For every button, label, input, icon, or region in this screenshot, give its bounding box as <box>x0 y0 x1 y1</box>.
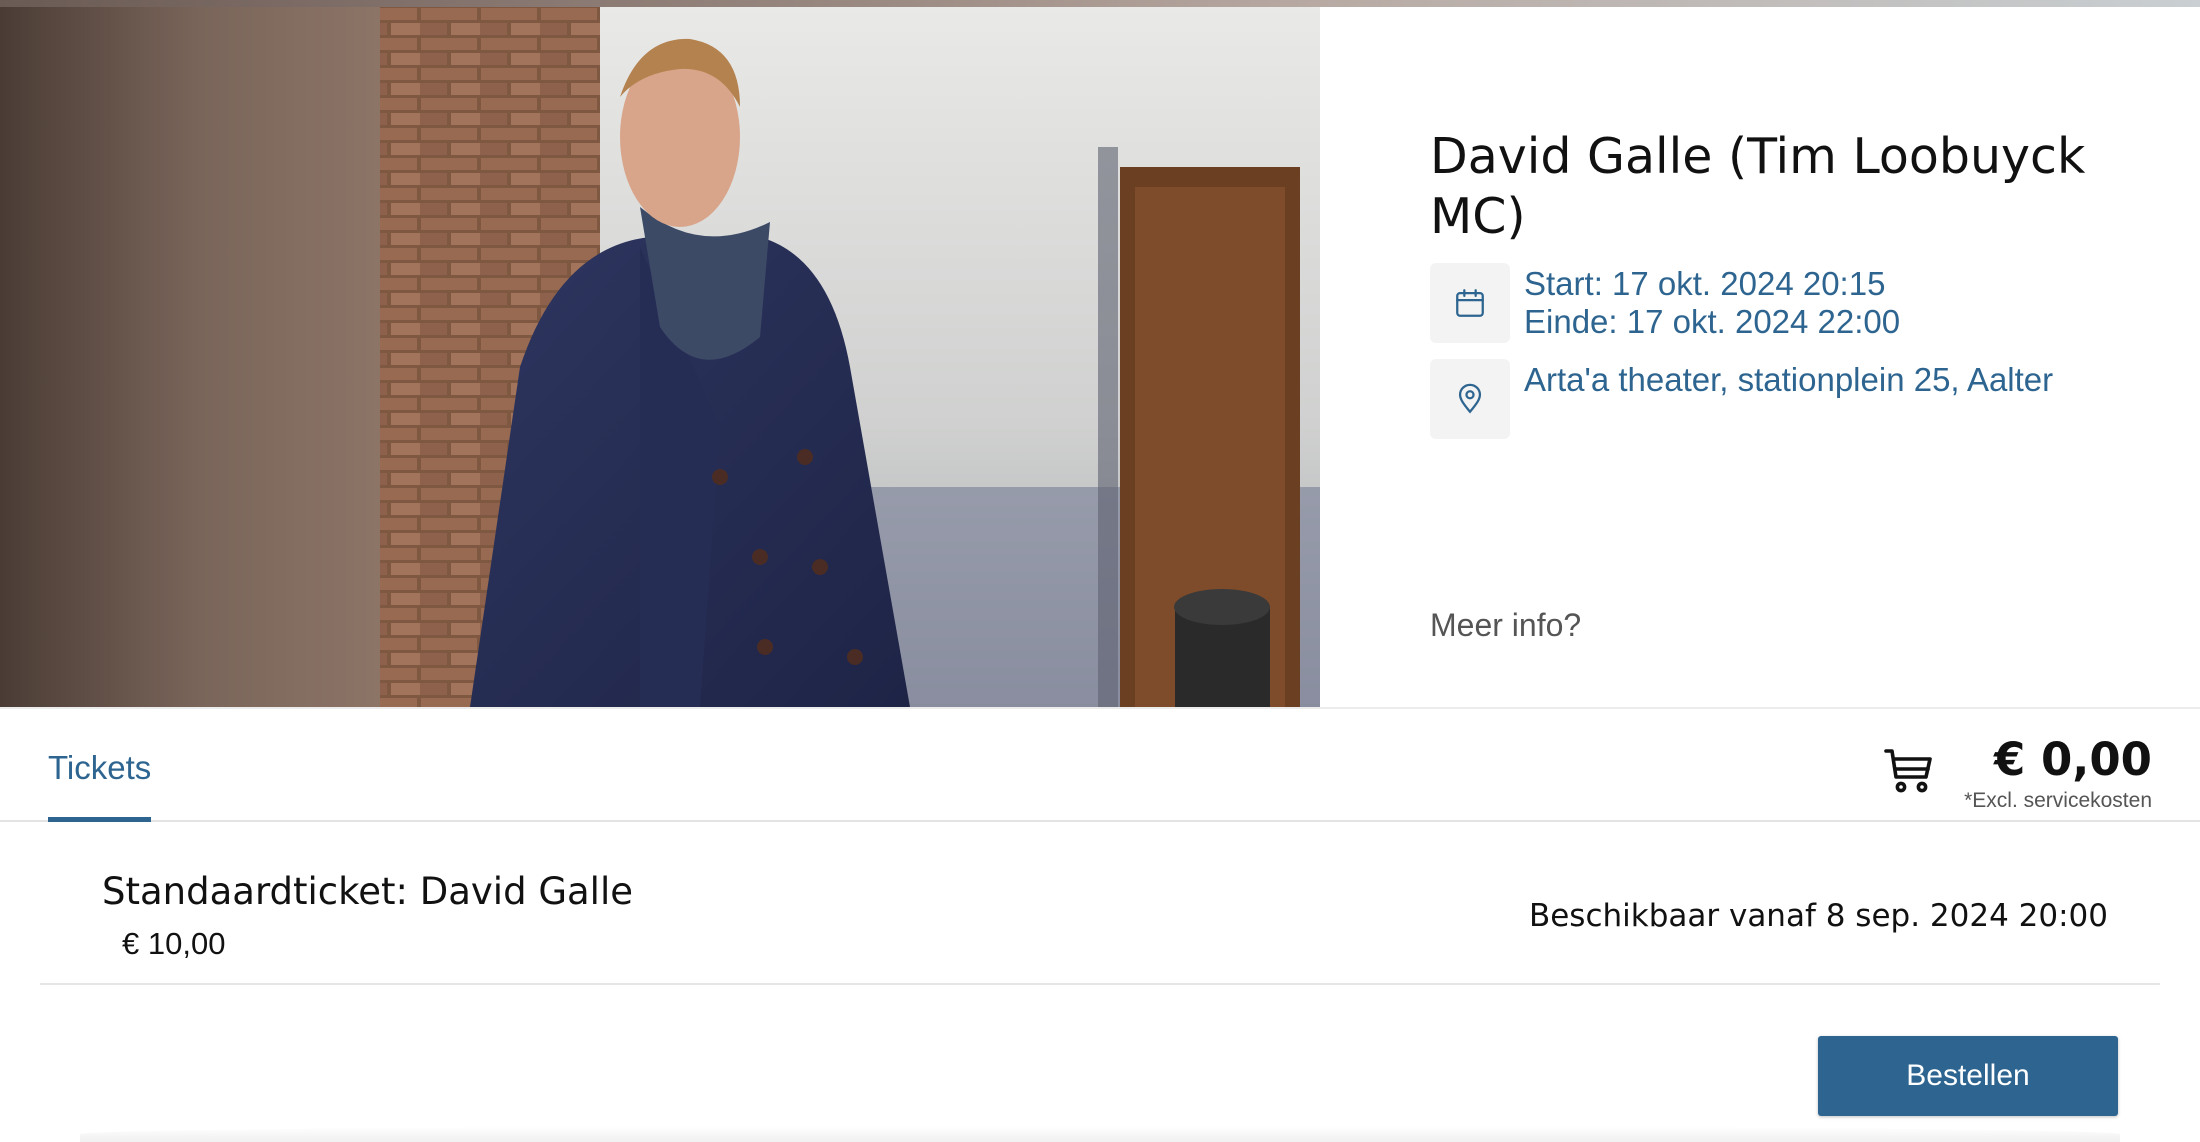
event-dates: Start: 17 okt. 2024 20:15 Einde: 17 okt.… <box>1430 263 1900 343</box>
event-date-text: Start: 17 okt. 2024 20:15 Einde: 17 okt.… <box>1524 265 1900 341</box>
ticket-name: Standaardticket: David Galle <box>102 870 633 913</box>
cart-total: € 0,00 <box>1993 733 2152 786</box>
event-end: Einde: 17 okt. 2024 22:00 <box>1524 303 1901 340</box>
service-cost-note: *Excl. servicekosten <box>1964 789 2152 812</box>
tabs-bar: Tickets € 0,00 *Excl. servicekosten <box>0 707 2200 822</box>
event-photo <box>0 7 1320 707</box>
map-pin-icon <box>1430 359 1510 439</box>
ticket-price: € 10,00 <box>122 926 226 961</box>
order-button[interactable]: Bestellen <box>1818 1036 2118 1116</box>
top-strip <box>0 0 2200 7</box>
event-start: Start: 17 okt. 2024 20:15 <box>1524 265 1886 302</box>
event-location-text[interactable]: Arta'a theater, stationplein 25, Aalter <box>1524 361 2053 399</box>
bottom-shadow <box>80 1126 2120 1142</box>
ticket-availability: Beschikbaar vanaf 8 sep. 2024 20:00 <box>1528 898 2108 934</box>
ticket-row: Standaardticket: David Galle € 10,00 Bes… <box>40 822 2160 985</box>
event-info-panel: David Galle (Tim Loobuyck MC) Start: 17 … <box>1320 7 2200 707</box>
shopping-cart-icon[interactable] <box>1884 747 1936 795</box>
event-location: Arta'a theater, stationplein 25, Aalter <box>1430 359 2110 439</box>
event-title: David Galle (Tim Loobuyck MC) <box>1430 128 2086 245</box>
tab-tickets-label: Tickets <box>48 749 152 786</box>
calendar-icon <box>1430 263 1510 343</box>
tab-tickets[interactable]: Tickets <box>48 709 152 822</box>
more-info-link[interactable]: Meer info? <box>1430 607 1581 644</box>
